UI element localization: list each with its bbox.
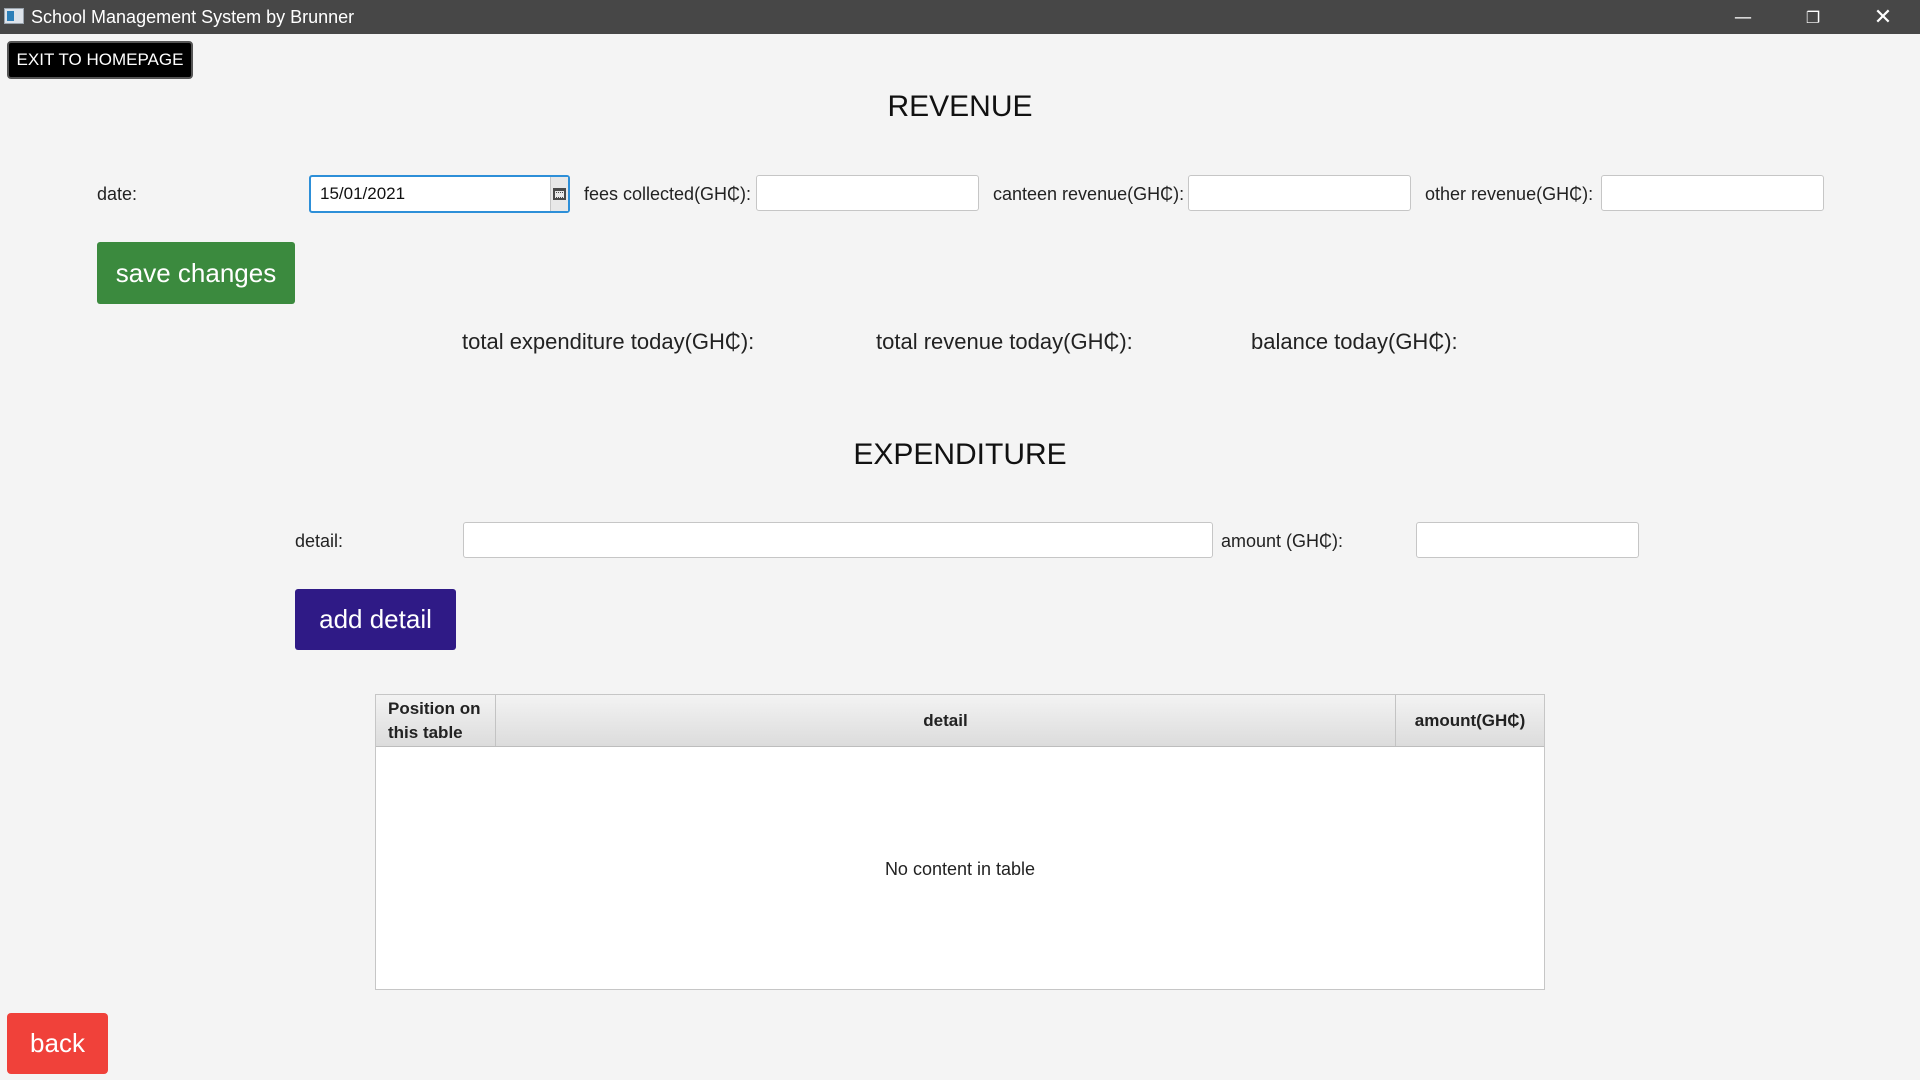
column-header-detail[interactable]: detail bbox=[496, 695, 1396, 746]
empty-table-message: No content in table bbox=[884, 859, 1036, 879]
window-title: School Management System by Brunner bbox=[31, 7, 355, 27]
table-header: Position on this table detail amount(GH₵… bbox=[376, 695, 1544, 747]
back-button[interactable]: back bbox=[7, 1013, 108, 1074]
save-changes-button[interactable]: save changes bbox=[97, 242, 295, 304]
column-header-amount[interactable]: amount(GH₵) bbox=[1396, 695, 1544, 746]
exit-to-homepage-button[interactable]: EXIT TO HOMEPAGE bbox=[7, 41, 193, 79]
expenditure-table[interactable]: Position on this table detail amount(GH₵… bbox=[375, 694, 1545, 990]
fees-collected-input[interactable] bbox=[756, 175, 979, 211]
column-header-position[interactable]: Position on this table bbox=[376, 695, 496, 746]
total-expenditure-label: total expenditure today(GH₵): bbox=[462, 329, 755, 354]
date-picker[interactable] bbox=[309, 175, 570, 213]
balance-label: balance today(GH₵): bbox=[1251, 329, 1458, 354]
app-icon bbox=[4, 8, 24, 24]
date-label: date: bbox=[97, 184, 138, 204]
minimize-icon[interactable]: — bbox=[1710, 0, 1776, 34]
expenditure-title: EXPENDITURE bbox=[853, 438, 1067, 471]
amount-label: amount (GH₵): bbox=[1221, 531, 1344, 551]
window-titlebar: School Management System by Brunner — ❐ … bbox=[0, 0, 1920, 34]
calendar-icon bbox=[553, 188, 566, 200]
total-revenue-label: total revenue today(GH₵): bbox=[876, 329, 1133, 354]
other-revenue-label: other revenue(GH₵): bbox=[1425, 184, 1594, 204]
date-input[interactable] bbox=[311, 177, 550, 211]
detail-input[interactable] bbox=[463, 522, 1213, 558]
detail-label: detail: bbox=[295, 531, 344, 551]
close-icon[interactable]: ✕ bbox=[1850, 0, 1916, 34]
calendar-button[interactable] bbox=[550, 177, 568, 211]
fees-collected-label: fees collected(GH₵): bbox=[584, 184, 752, 204]
amount-input[interactable] bbox=[1416, 522, 1639, 558]
canteen-revenue-label: canteen revenue(GH₵): bbox=[993, 184, 1185, 204]
add-detail-button[interactable]: add detail bbox=[295, 589, 456, 650]
other-revenue-input[interactable] bbox=[1601, 175, 1824, 211]
revenue-title: REVENUE bbox=[887, 90, 1033, 123]
canteen-revenue-input[interactable] bbox=[1188, 175, 1411, 211]
maximize-icon[interactable]: ❐ bbox=[1780, 0, 1846, 34]
